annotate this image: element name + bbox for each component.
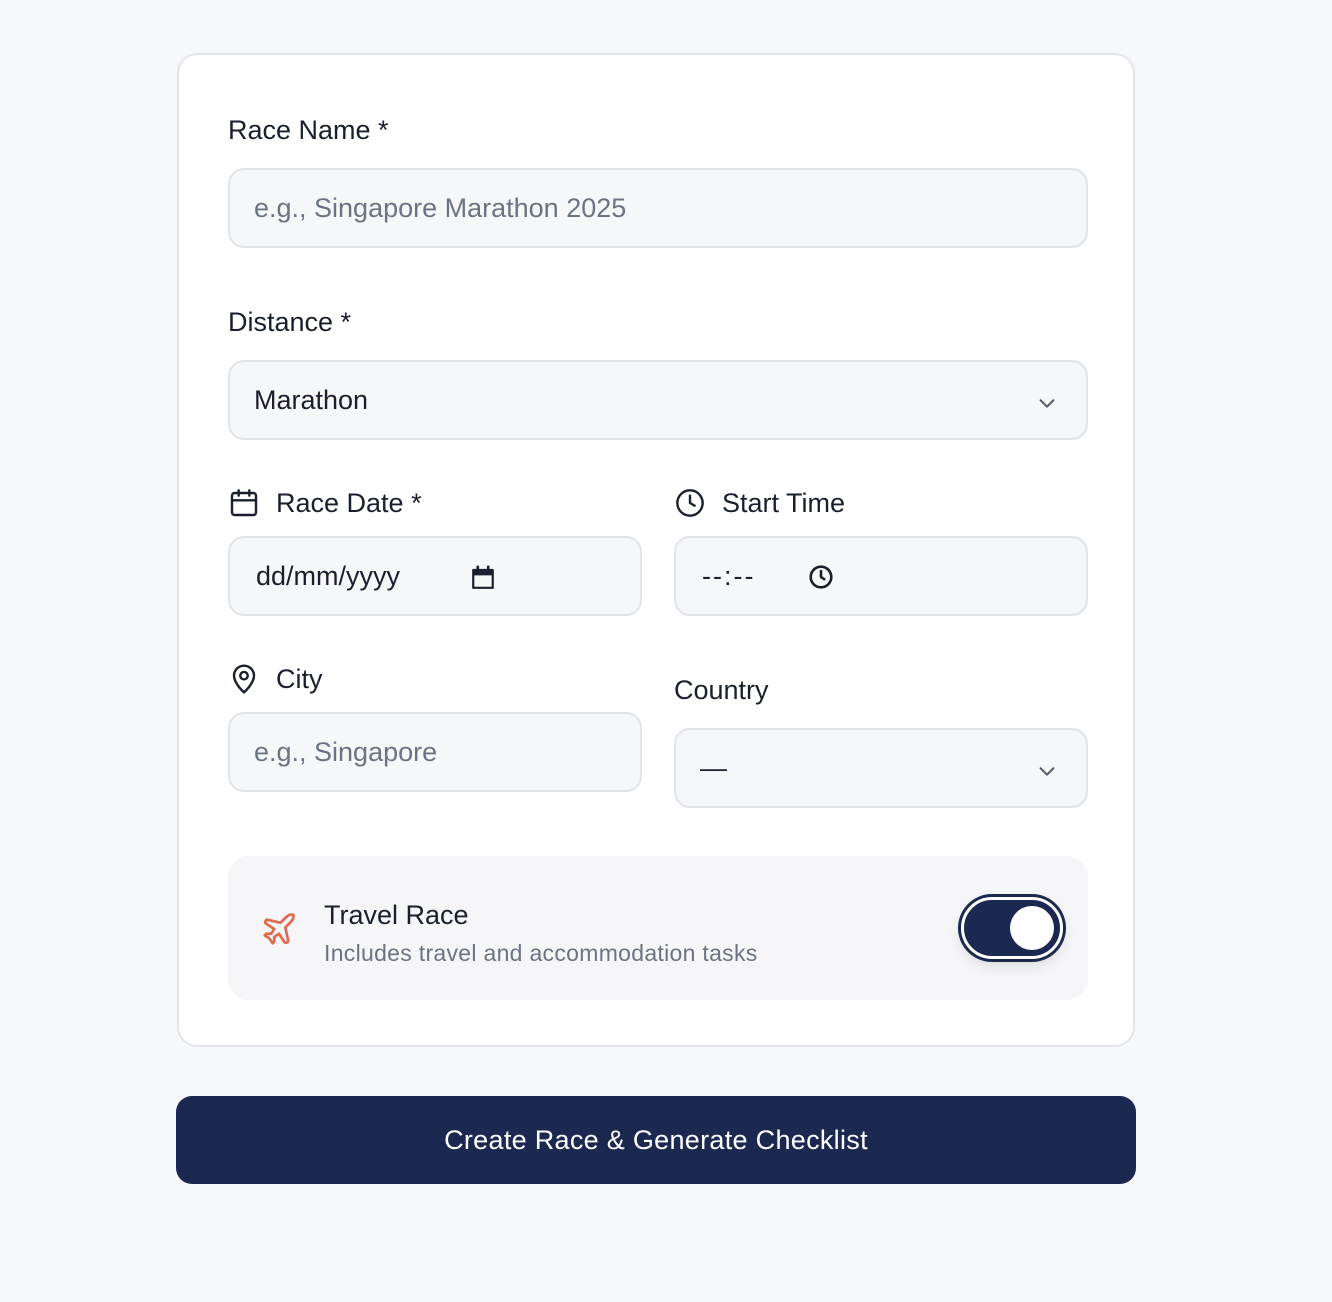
plane-icon (260, 910, 298, 953)
start-time-placeholder: --:-- (702, 560, 756, 591)
chevron-down-icon (1036, 390, 1058, 421)
race-form-card: Race Name * Distance * Marathon Race Dat… (177, 53, 1135, 1047)
clock-icon (674, 487, 706, 519)
toggle-knob (1010, 906, 1054, 950)
travel-race-toggle[interactable] (961, 897, 1063, 959)
race-name-input-wrapper[interactable] (228, 168, 1088, 248)
city-label: City (228, 663, 323, 695)
race-date-input[interactable]: dd/mm/yyyy (228, 536, 642, 616)
travel-race-title: Travel Race (324, 900, 469, 930)
distance-value: Marathon (254, 384, 369, 415)
race-name-label: Race Name * (228, 115, 389, 145)
chevron-down-icon (1036, 758, 1058, 789)
race-date-placeholder: dd/mm/yyyy (256, 560, 401, 591)
race-name-input[interactable] (254, 192, 1062, 224)
country-value: — (700, 752, 727, 783)
distance-label: Distance * (228, 307, 352, 337)
city-input-wrapper[interactable] (228, 712, 642, 792)
start-time-input[interactable]: --:-- (674, 536, 1088, 616)
map-pin-icon (228, 663, 260, 695)
country-select[interactable]: — (674, 728, 1088, 808)
city-input[interactable] (254, 736, 616, 768)
distance-select[interactable]: Marathon (228, 360, 1088, 440)
race-date-label: Race Date * (228, 487, 422, 519)
calendar-icon (228, 487, 260, 519)
calendar-picker-icon[interactable] (470, 564, 496, 597)
create-race-button[interactable]: Create Race & Generate Checklist (176, 1096, 1136, 1184)
country-label: Country (674, 675, 769, 705)
start-time-label: Start Time (674, 487, 845, 519)
travel-race-panel: Travel Race Includes travel and accommod… (228, 856, 1088, 1000)
time-picker-icon[interactable] (808, 564, 834, 597)
travel-race-subtitle: Includes travel and accommodation tasks (324, 940, 758, 966)
